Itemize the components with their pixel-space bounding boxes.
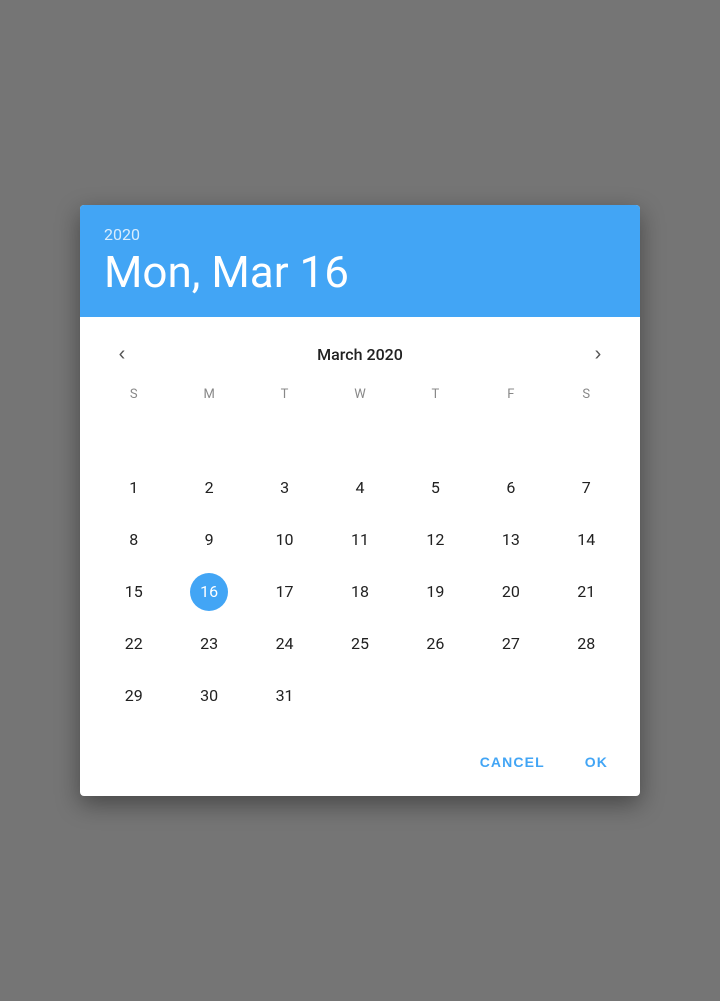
day-number: 3 — [266, 469, 304, 507]
day-cell[interactable]: 1 — [96, 464, 171, 512]
month-label: March 2020 — [317, 345, 403, 364]
header-year: 2020 — [104, 225, 616, 244]
day-number: 22 — [115, 625, 153, 663]
day-number: 14 — [567, 521, 605, 559]
next-month-button[interactable]: › — [580, 337, 616, 373]
day-of-week-header: F — [473, 381, 548, 408]
day-of-week-header: M — [171, 381, 246, 408]
day-number: 18 — [341, 573, 379, 611]
next-icon: › — [595, 343, 602, 366]
day-number: 13 — [492, 521, 530, 559]
day-cell[interactable]: 27 — [473, 620, 548, 668]
dialog-header: 2020 Mon, Mar 16 — [80, 205, 640, 316]
day-of-week-header: T — [398, 381, 473, 408]
cancel-button[interactable]: CANCEL — [464, 744, 561, 780]
day-cell[interactable]: 19 — [398, 568, 473, 616]
day-number: 21 — [567, 573, 605, 611]
day-number: 11 — [341, 521, 379, 559]
day-number: 26 — [416, 625, 454, 663]
day-cell[interactable]: 8 — [96, 516, 171, 564]
empty-day-cell — [247, 412, 322, 460]
day-number: 12 — [416, 521, 454, 559]
day-number: 1 — [115, 469, 153, 507]
day-cell[interactable]: 3 — [247, 464, 322, 512]
ok-button[interactable]: OK — [569, 744, 624, 780]
day-of-week-header: S — [96, 381, 171, 408]
day-number: 25 — [341, 625, 379, 663]
day-cell[interactable]: 13 — [473, 516, 548, 564]
day-number: 19 — [416, 573, 454, 611]
day-number: 2 — [190, 469, 228, 507]
empty-day-cell — [322, 412, 397, 460]
days-grid: 1234567891011121314151617181920212223242… — [96, 412, 624, 720]
day-cell[interactable]: 15 — [96, 568, 171, 616]
day-cell[interactable]: 24 — [247, 620, 322, 668]
empty-day-cell — [398, 412, 473, 460]
empty-day-cell — [549, 672, 624, 720]
day-number: 24 — [266, 625, 304, 663]
day-number: 30 — [190, 677, 228, 715]
day-cell[interactable]: 9 — [171, 516, 246, 564]
empty-day-cell — [398, 672, 473, 720]
day-number: 20 — [492, 573, 530, 611]
day-cell[interactable]: 2 — [171, 464, 246, 512]
empty-day-cell — [473, 672, 548, 720]
prev-month-button[interactable]: ‹ — [104, 337, 140, 373]
day-cell[interactable]: 29 — [96, 672, 171, 720]
calendar-section: ‹ March 2020 › SMTWTFS 12345678910111213… — [80, 317, 640, 720]
empty-day-cell — [171, 412, 246, 460]
day-cell[interactable]: 26 — [398, 620, 473, 668]
day-cell[interactable]: 4 — [322, 464, 397, 512]
empty-day-cell — [96, 412, 171, 460]
day-cell[interactable]: 31 — [247, 672, 322, 720]
day-cell[interactable]: 30 — [171, 672, 246, 720]
day-cell[interactable]: 6 — [473, 464, 548, 512]
day-cell[interactable]: 16 — [171, 568, 246, 616]
day-cell[interactable]: 23 — [171, 620, 246, 668]
day-of-week-header: S — [549, 381, 624, 408]
day-number: 9 — [190, 521, 228, 559]
day-number: 10 — [266, 521, 304, 559]
day-cell[interactable]: 28 — [549, 620, 624, 668]
day-cell[interactable]: 12 — [398, 516, 473, 564]
day-cell[interactable]: 21 — [549, 568, 624, 616]
day-number: 27 — [492, 625, 530, 663]
day-cell[interactable]: 10 — [247, 516, 322, 564]
day-cell[interactable]: 7 — [549, 464, 624, 512]
day-number: 17 — [266, 573, 304, 611]
day-number: 5 — [416, 469, 454, 507]
prev-icon: ‹ — [119, 343, 126, 366]
day-cell[interactable]: 20 — [473, 568, 548, 616]
day-number: 29 — [115, 677, 153, 715]
day-headers: SMTWTFS — [96, 381, 624, 408]
day-cell[interactable]: 5 — [398, 464, 473, 512]
day-number: 28 — [567, 625, 605, 663]
day-number: 8 — [115, 521, 153, 559]
day-number: 15 — [115, 573, 153, 611]
dialog-actions: CANCEL OK — [80, 728, 640, 796]
day-cell[interactable]: 14 — [549, 516, 624, 564]
day-cell[interactable]: 17 — [247, 568, 322, 616]
day-number: 31 — [266, 677, 304, 715]
day-cell[interactable]: 18 — [322, 568, 397, 616]
day-of-week-header: W — [322, 381, 397, 408]
empty-day-cell — [549, 412, 624, 460]
day-number: 7 — [567, 469, 605, 507]
date-picker-dialog: 2020 Mon, Mar 16 ‹ March 2020 › SMTWTFS … — [80, 205, 640, 795]
day-cell[interactable]: 22 — [96, 620, 171, 668]
empty-day-cell — [322, 672, 397, 720]
empty-day-cell — [473, 412, 548, 460]
day-number: 23 — [190, 625, 228, 663]
day-number: 4 — [341, 469, 379, 507]
day-of-week-header: T — [247, 381, 322, 408]
day-cell[interactable]: 11 — [322, 516, 397, 564]
day-number: 6 — [492, 469, 530, 507]
selected-day-number: 16 — [190, 573, 228, 611]
header-date: Mon, Mar 16 — [104, 248, 616, 296]
month-nav: ‹ March 2020 › — [96, 325, 624, 381]
day-cell[interactable]: 25 — [322, 620, 397, 668]
